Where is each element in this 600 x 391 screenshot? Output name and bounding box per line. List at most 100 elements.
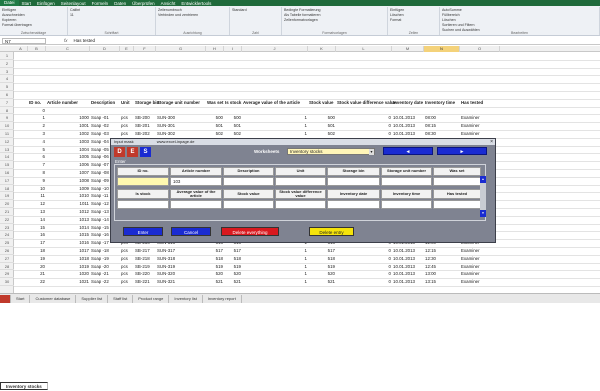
ribbon-tab[interactable]: Daten <box>111 1 129 6</box>
table-cell[interactable] <box>157 107 205 115</box>
table-header-cell[interactable]: Article number <box>47 99 89 107</box>
ribbon-item[interactable]: Format <box>390 18 437 23</box>
table-cell[interactable]: SB-219 <box>135 263 155 271</box>
table-cell[interactable]: 1 <box>243 130 307 138</box>
table-cell[interactable]: 19 <box>29 255 45 263</box>
column-header[interactable]: K <box>308 46 336 52</box>
row-header[interactable]: 21 <box>0 208 14 216</box>
table-cell[interactable]: 12:45 <box>425 263 459 271</box>
table-cell[interactable]: Examiner <box>461 247 499 255</box>
scroll-down-icon[interactable]: ▼ <box>480 210 486 217</box>
table-cell[interactable]: 1000 <box>47 114 89 122</box>
row-header[interactable]: 24 <box>0 231 14 240</box>
table-cell[interactable] <box>393 107 423 115</box>
form-input-stock-value[interactable] <box>223 200 274 209</box>
column-header[interactable]: C <box>46 46 90 52</box>
table-cell[interactable]: pcs <box>121 114 133 122</box>
table-cell[interactable]: Examiner <box>461 278 499 286</box>
table-cell[interactable]: 0 <box>337 255 391 263</box>
row-header[interactable]: 13 <box>0 146 14 154</box>
table-cell[interactable]: 1019 <box>47 263 89 271</box>
table-cell[interactable] <box>225 107 241 115</box>
table-cell[interactable]: 12:30 <box>425 255 459 263</box>
table-cell[interactable]: Soap -02 <box>91 122 119 130</box>
table-header-cell[interactable]: Inventory time <box>425 99 459 107</box>
table-cell[interactable]: 1012 <box>47 208 89 216</box>
table-cell[interactable]: 12:15 <box>425 247 459 255</box>
ribbon-tab[interactable]: Einfügen <box>34 1 58 6</box>
form-input-unit[interactable] <box>275 177 326 186</box>
table-cell[interactable]: 08:00 <box>425 114 459 122</box>
table-cell[interactable]: 0 <box>337 130 391 138</box>
table-cell[interactable]: 13:00 <box>425 270 459 278</box>
table-cell[interactable]: SUN-302 <box>157 130 205 138</box>
enter-button[interactable]: Enter <box>123 227 163 236</box>
ribbon-tab[interactable]: Entwicklertools <box>178 1 214 6</box>
row-header[interactable]: 5 <box>0 83 14 91</box>
column-header[interactable]: L <box>336 46 392 52</box>
table-cell[interactable]: 501 <box>225 122 241 130</box>
table-cell[interactable]: 500 <box>309 114 335 122</box>
column-header[interactable]: H <box>206 46 224 52</box>
table-cell[interactable]: Soap -03 <box>91 130 119 138</box>
form-input-storage-bin[interactable] <box>327 177 380 186</box>
nav-button-e[interactable]: E <box>127 147 138 157</box>
table-cell[interactable] <box>47 107 89 115</box>
table-cell[interactable] <box>425 107 459 115</box>
nav-button-d[interactable]: D <box>114 147 125 157</box>
table-cell[interactable]: 1013 <box>47 216 89 224</box>
table-cell[interactable]: 1011 <box>47 200 89 208</box>
sheet-tab[interactable]: Staff list <box>108 294 134 303</box>
delete-entry-button[interactable]: Delete entry <box>309 227 354 236</box>
table-header-cell[interactable]: Was set <box>207 99 223 107</box>
delete-everything-button[interactable]: Delete everything <box>221 227 279 236</box>
row-header[interactable]: 10 <box>0 122 14 130</box>
table-cell[interactable]: 519 <box>207 263 223 271</box>
row-header[interactable]: 12 <box>0 138 14 146</box>
row-header[interactable]: 19 <box>0 192 14 201</box>
ribbon-item[interactable]: Format übertragen <box>2 23 65 28</box>
table-cell[interactable]: Examiner <box>461 122 499 130</box>
table-cell[interactable]: 1 <box>243 122 307 130</box>
table-cell[interactable]: pcs <box>121 247 133 255</box>
table-cell[interactable]: 0 <box>29 107 45 115</box>
table-cell[interactable]: 9 <box>29 177 45 185</box>
table-cell[interactable]: 12 <box>29 200 45 208</box>
row-header[interactable]: 17 <box>0 177 14 185</box>
column-header[interactable]: I <box>224 46 242 52</box>
cancel-button[interactable]: Cancel <box>171 227 211 236</box>
table-cell[interactable]: 1002 <box>47 130 89 138</box>
row-header[interactable]: 18 <box>0 185 14 193</box>
table-cell[interactable]: 1 <box>243 263 307 271</box>
table-cell[interactable]: 10.01.2013 <box>393 130 423 138</box>
table-cell[interactable]: 13 <box>29 208 45 216</box>
row-header[interactable]: 6 <box>0 91 14 99</box>
table-header-cell[interactable]: Stock value <box>309 99 335 107</box>
table-cell[interactable]: 08:30 <box>425 130 459 138</box>
row-header[interactable]: 25 <box>0 239 14 247</box>
row-header[interactable]: 28 <box>0 263 14 271</box>
name-box[interactable]: N7 <box>2 37 46 44</box>
table-cell[interactable]: 1007 <box>47 169 89 177</box>
table-cell[interactable]: 521 <box>309 278 335 286</box>
table-cell[interactable]: 17 <box>29 239 45 247</box>
column-header[interactable]: J <box>242 46 308 52</box>
worksheet-select[interactable]: Inventory stocks ▼ <box>287 148 375 155</box>
table-cell[interactable]: Examiner <box>461 130 499 138</box>
form-input-storage-unit[interactable] <box>381 177 432 186</box>
table-cell[interactable]: 502 <box>207 130 223 138</box>
table-cell[interactable]: 10.01.2013 <box>393 114 423 122</box>
table-cell[interactable]: 4 <box>29 138 45 146</box>
table-cell[interactable]: 1009 <box>47 185 89 193</box>
table-cell[interactable]: 0 <box>337 263 391 271</box>
table-cell[interactable] <box>243 107 307 115</box>
table-cell[interactable]: 15 <box>29 224 45 232</box>
close-icon[interactable]: × <box>490 139 493 145</box>
column-header[interactable]: A <box>14 46 28 52</box>
table-cell[interactable]: SUN-318 <box>157 255 205 263</box>
ribbon-tab[interactable]: Überprüfen <box>129 1 158 6</box>
table-cell[interactable]: 5 <box>29 146 45 154</box>
table-cell[interactable]: SB-220 <box>135 270 155 278</box>
table-cell[interactable]: SUN-321 <box>157 278 205 286</box>
table-cell[interactable]: 1018 <box>47 255 89 263</box>
